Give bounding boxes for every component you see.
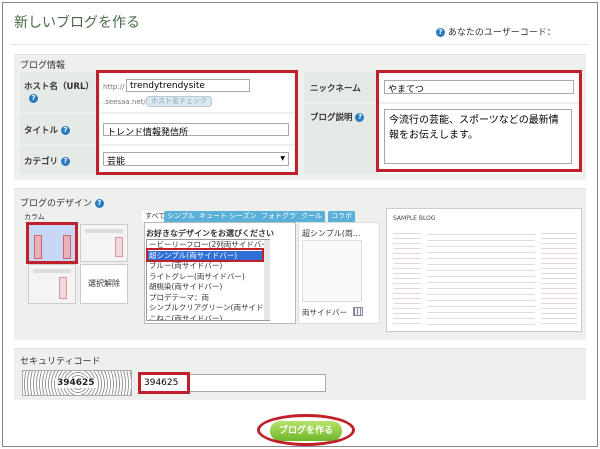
help-icon[interactable]: ? xyxy=(436,28,445,37)
host-check-button[interactable]: ホスト名チェック xyxy=(146,96,212,107)
deselect-button[interactable]: 選択解除 xyxy=(80,264,128,304)
layout-sidebar-shape xyxy=(34,235,42,259)
user-code: ? あなたのユーザーコード： xyxy=(436,25,556,38)
design-list-item[interactable]: こねこ(両サイドバー) xyxy=(147,314,269,321)
design-tab[interactable]: クール xyxy=(298,211,325,222)
nickname-input[interactable]: やまてつ xyxy=(384,80,574,95)
sample-left-sidebar xyxy=(393,229,421,325)
sample-main-content xyxy=(427,229,535,325)
title-label: タイトル ? xyxy=(24,124,70,136)
layout-header-shape xyxy=(85,229,123,233)
design-list[interactable]: ービーリーフロー(2列両サイドバー) 超シンプル(両サイドバー) ブルー(両サイドバ… xyxy=(146,239,270,321)
design-list-item[interactable]: ライトグレー(両サイドバー) xyxy=(147,272,269,283)
captcha-text: 394625 xyxy=(55,378,97,388)
layout-sidebar-shape xyxy=(63,235,71,259)
user-code-label: あなたのユーザーコード： xyxy=(447,28,556,38)
nickname-label: ニックネーム xyxy=(310,84,361,94)
design-tab[interactable]: シンプル xyxy=(164,211,198,222)
design-list-scrollbar[interactable] xyxy=(264,240,270,320)
divider xyxy=(10,44,588,45)
blog-info-title: ブログ情報 xyxy=(20,61,66,71)
design-tab[interactable]: キュート xyxy=(196,211,230,222)
category-value: 芸能 xyxy=(107,157,126,167)
help-icon[interactable]: ? xyxy=(355,113,365,122)
highlight-ellipse xyxy=(257,414,355,446)
design-list-item[interactable]: プロデテーマ：両 xyxy=(147,293,269,304)
description-label: ブログ説明 ? xyxy=(310,111,365,123)
captcha-image: 394625 xyxy=(22,370,132,396)
design-list-item[interactable]: 胡桃染(両サイドバー) xyxy=(147,282,269,293)
help-icon[interactable]: ? xyxy=(29,94,38,103)
host-input[interactable]: trendytrendysite xyxy=(126,79,250,92)
layout-both-sidebars[interactable] xyxy=(28,224,76,262)
design-title: ブログのデザイン ? xyxy=(20,196,104,209)
design-list-item[interactable]: シンプルクリアグリーン(両サイドバー xyxy=(147,303,269,314)
help-icon[interactable]: ? xyxy=(60,157,70,166)
layout-header-shape xyxy=(33,269,71,273)
page-title: 新しいブログを作る xyxy=(14,15,140,31)
column-label: カラム xyxy=(24,213,45,221)
sample-blog-title: SAMPLE BLOG xyxy=(393,215,436,222)
grid-icon xyxy=(353,307,363,316)
layout-right-sidebar[interactable] xyxy=(80,224,128,262)
help-icon[interactable]: ? xyxy=(94,199,104,208)
layout-sidebar-shape xyxy=(115,237,123,257)
host-label: ホスト名（URL） xyxy=(24,82,94,92)
host-prefix: http:// xyxy=(103,83,125,91)
security-code-input[interactable]: 394625 xyxy=(140,374,326,392)
design-tab[interactable]: シーズン xyxy=(226,211,260,222)
help-icon[interactable]: ? xyxy=(60,126,70,135)
security-title: セキュリティコード xyxy=(20,357,101,367)
design-list-item[interactable]: ブルー(両サイドバー) xyxy=(147,261,269,272)
design-list-item[interactable]: ービーリーフロー(2列両サイドバー) xyxy=(147,240,269,251)
design-list-header: お好きなデザインをお選びください xyxy=(146,229,274,238)
host-label-cell xyxy=(20,72,98,112)
design-preview-caption: 両サイドバー xyxy=(302,308,347,317)
category-select[interactable]: 芸能 ▼ xyxy=(103,152,289,167)
category-label: カテゴリ ? xyxy=(24,155,70,167)
title-input[interactable]: トレンド情報発信所 xyxy=(103,123,289,138)
design-tab[interactable]: コラボ xyxy=(328,211,355,222)
design-preview-title: 超シンプル(両... xyxy=(302,229,361,238)
design-list-item[interactable]: 超シンプル(両サイドバー) xyxy=(147,250,269,261)
sample-right-sidebar xyxy=(541,229,577,325)
description-textarea[interactable]: 今流行の芸能、スポーツなどの最新情報をお伝えします。 xyxy=(384,109,572,164)
design-thumbnail xyxy=(302,240,362,302)
layout-left-sidebar[interactable] xyxy=(28,264,76,304)
layout-sidebar-shape xyxy=(59,277,67,299)
chevron-down-icon: ▼ xyxy=(280,155,285,162)
host-suffix: .seesaa.net/ xyxy=(103,98,146,106)
sample-blog-preview: SAMPLE BLOG xyxy=(386,208,582,332)
